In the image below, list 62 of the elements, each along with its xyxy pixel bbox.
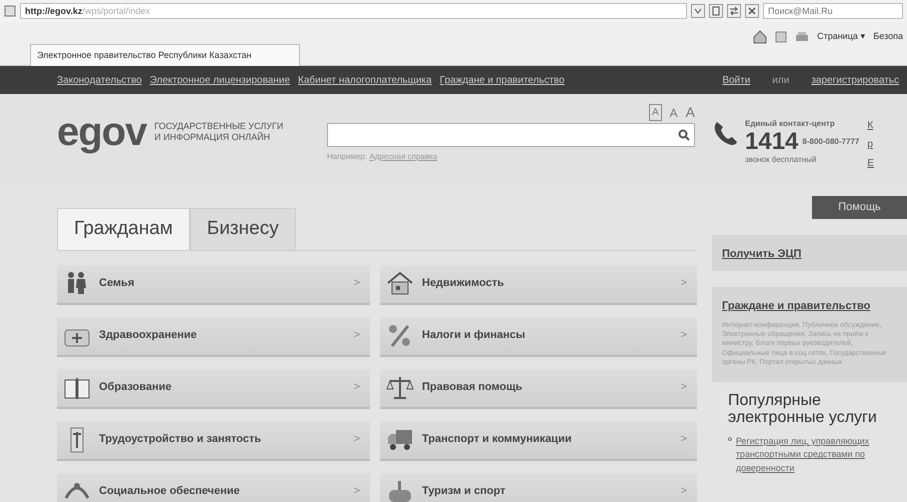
chevron-icon: > [680,327,687,344]
category-item[interactable]: Образование > [57,368,370,408]
language-link[interactable]: К [867,118,874,133]
category-tab[interactable]: Гражданам [57,208,190,250]
free-call-note: звонок бесплатный [745,154,818,166]
chevron-icon: > [680,275,687,292]
example-label: Например: [327,152,368,161]
tagline: ГОСУДАРСТВЕННЫЕ УСЛУГИ И ИНФОРМАЦИЯ ОНЛАЙН [154,121,284,143]
nav-link[interactable]: Электронное лицензирование [150,72,290,88]
chevron-icon: > [680,483,687,500]
category-item[interactable]: Социальное обеспечение > [57,472,370,502]
category-label: Здравоохранение [99,328,198,344]
font-size-button[interactable]: A [648,104,662,121]
help-button[interactable]: Помощь [812,196,907,218]
nav-link[interactable]: Кабинет налогоплательщика [298,72,432,88]
category-label: Семья [99,276,136,292]
phone-number: 8-800-080-7777 [802,136,860,148]
chevron-icon: > [680,379,687,396]
nav-link[interactable]: Граждане и правительство [440,72,565,88]
category-item[interactable]: Правовая помощь > [380,368,697,408]
category-label: Транспорт и коммуникации [422,432,573,448]
category-label: Правовая помощь [422,380,524,396]
category-item[interactable]: Налоги и финансы > [380,316,697,356]
popular-link[interactable]: Регистрация лиц, управляющих транспортными средствами по доверенности [736,434,891,476]
category-label: Налоги и финансы [422,328,526,344]
language-link[interactable]: р [867,137,874,152]
category-item[interactable]: Недвижимость > [380,264,697,304]
toolbar-menu[interactable]: Страница ▾ [817,30,866,44]
category-label: Образование [99,380,172,396]
or-text: или [772,74,790,88]
category-label: Трудоустройство и занятость [99,432,262,448]
ecp-link[interactable]: Получить ЭЦП [722,248,802,260]
address-field[interactable]: http://egov.kz/wps/portal/index [20,3,687,19]
chevron-icon: > [680,431,687,448]
nav-link[interactable]: Законодательство [57,72,142,88]
contact-number: 1414 [745,130,798,154]
category-item[interactable]: Трудоустройство и занятость > [57,420,370,460]
chevron-icon: > [354,327,360,344]
chevron-icon: > [354,275,360,292]
chevron-icon: > [354,431,360,448]
popular-title: Популярные электронные услуги [728,392,878,427]
toolbar-menu[interactable]: Безопа [873,30,903,44]
contact-title: Единый контакт-центр [745,118,836,130]
font-size-button[interactable]: A [686,102,695,123]
category-label: Недвижимость [422,276,505,292]
font-size-button[interactable]: A [670,104,678,122]
gov-link[interactable]: Граждане и правительство [722,300,870,312]
category-item[interactable]: Туризм и спорт > [380,472,697,502]
category-label: Социальное обеспечение [99,484,241,500]
chevron-icon: > [354,483,360,500]
category-item[interactable]: Транспорт и коммуникации > [380,420,697,460]
logo[interactable]: egov [57,112,146,152]
category-tab[interactable]: Бизнесу [190,208,296,250]
register-link[interactable]: зарегистрироватьс [811,72,899,88]
language-link[interactable]: E [867,156,874,171]
login-link[interactable]: Войти [722,72,750,88]
category-item[interactable]: Семья > [57,264,370,304]
chevron-icon: > [354,379,360,396]
browser-tab[interactable]: Электронное правительство Республики Казахстан [30,44,300,66]
category-label: Туризм и спорт [422,484,506,500]
search-field[interactable]: Поиск@Mail.Ru [763,3,903,19]
category-item[interactable]: Здравоохранение > [57,316,370,356]
